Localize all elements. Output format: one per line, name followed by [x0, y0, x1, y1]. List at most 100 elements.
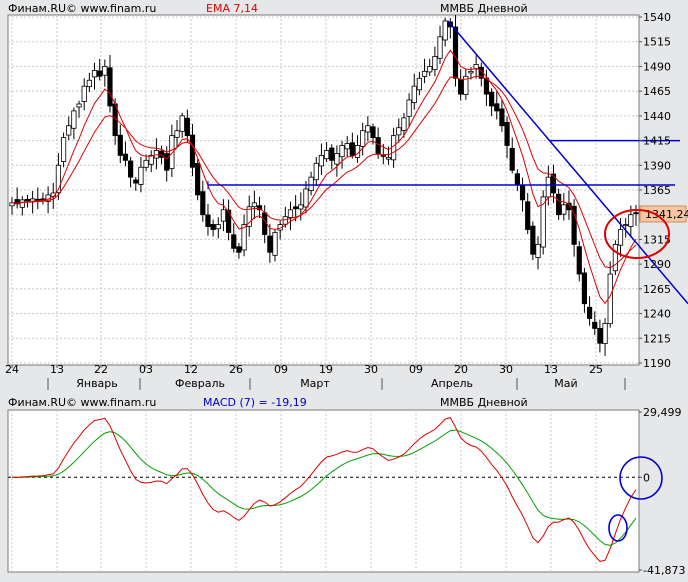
candle-body [385, 156, 392, 160]
price-y-tick-label: 1490 [643, 60, 671, 73]
x-day-label: 22 [94, 363, 108, 376]
candle-body [581, 272, 588, 305]
candle-body [179, 115, 185, 132]
x-day-label: 19 [319, 363, 333, 376]
x-day-label: 30 [364, 363, 378, 376]
candle-body [318, 154, 325, 167]
price-y-tick-label: 1365 [643, 184, 671, 197]
candle-body [411, 85, 417, 103]
candle-body [344, 143, 350, 150]
x-day-label: 13 [544, 363, 558, 376]
price-y-tick-label: 1540 [643, 11, 671, 24]
candle-body [267, 235, 273, 253]
price-y-tick-label: 1415 [643, 135, 671, 148]
candle-body [468, 70, 474, 74]
x-day-label: 25 [589, 363, 603, 376]
candle-body [102, 66, 108, 76]
candle-body [370, 126, 376, 139]
x-day-label: 30 [499, 363, 513, 376]
candle-body [323, 150, 330, 160]
candle-body [143, 159, 149, 168]
x-day-label: 13 [50, 363, 64, 376]
candle-body [586, 306, 593, 319]
macd-y-tick-label: 0 [643, 471, 650, 484]
candle-body [504, 121, 510, 146]
x-month-label: Февраль [175, 377, 225, 390]
candle-body [519, 184, 526, 201]
candle-body [60, 137, 67, 162]
x-day-label: 09 [274, 363, 288, 376]
candle-body [97, 70, 103, 77]
x-month-label: Апрель [431, 377, 473, 390]
candle-body [576, 246, 582, 275]
candle-body [215, 224, 221, 230]
candle-body [251, 202, 257, 208]
price-y-tick-label: 1390 [643, 159, 671, 172]
candle-body [128, 160, 134, 178]
x-month-label: Январь [76, 377, 118, 390]
candle-body [298, 204, 304, 210]
candle-body [210, 224, 216, 230]
x-axis-ticks: 24 13 22 03 12 26 09 19 30 09 20 30 13 25 Январь Феврал… [5, 363, 626, 390]
candle-body [380, 154, 386, 157]
candle-body [282, 216, 288, 225]
x-month-label: Март [300, 377, 330, 390]
candle-body [329, 147, 335, 161]
candle-body [71, 110, 77, 129]
candle-body [360, 130, 366, 147]
price-y-tick-label: 1515 [643, 36, 671, 49]
candle-body [494, 103, 500, 112]
price-y-tick-label: 1240 [643, 308, 671, 321]
candle-body [545, 176, 551, 198]
candle-body [365, 125, 371, 133]
candle-body [231, 234, 237, 249]
candle-body [308, 176, 314, 191]
x-day-label: 09 [409, 363, 423, 376]
candle-body [272, 232, 278, 256]
candle-body [617, 229, 624, 246]
candle-body [535, 243, 541, 258]
candle-body [107, 67, 113, 107]
candle-body [525, 201, 531, 230]
x-day-label: 03 [139, 363, 153, 376]
x-day-label: 26 [229, 363, 243, 376]
x-month-label: Май [554, 377, 577, 390]
candle-body [195, 163, 201, 196]
price-y-tick-label: 1440 [643, 110, 671, 123]
candle-body [148, 154, 154, 165]
candle-body [416, 77, 423, 91]
candle-body [427, 66, 433, 73]
candle-body [138, 166, 144, 185]
candle-body [530, 225, 536, 255]
candle-body [623, 224, 629, 227]
price-y-tick-label: 1290 [643, 258, 671, 271]
candle-body [287, 209, 294, 218]
candle-body [164, 153, 170, 171]
price-y-tick-label: 1190 [643, 357, 671, 370]
candle-body [458, 79, 464, 95]
candle-body [452, 26, 459, 79]
candle-body [339, 145, 345, 158]
x-day-label: 24 [5, 363, 19, 376]
x-day-label: 20 [454, 363, 468, 376]
candle-body [205, 214, 211, 227]
candle-body [489, 91, 495, 107]
candle-body [432, 56, 438, 71]
macd-y-ticks: 29,499 0 -41,873 [639, 406, 685, 577]
candle-body [349, 142, 355, 156]
candle-body [86, 79, 92, 88]
candlestick-chart: 1540151514901465144014151390136513401315… [5, 11, 688, 577]
candle-body [396, 127, 402, 136]
candle-body [303, 188, 309, 208]
candle-body [514, 173, 520, 186]
candle-body [293, 206, 299, 210]
candle-body [133, 179, 139, 184]
candle-body [406, 99, 412, 117]
candle-body [91, 69, 98, 78]
x-day-label: 12 [184, 363, 198, 376]
candle-body [401, 117, 407, 131]
macd-y-tick-label: 29,499 [643, 406, 682, 419]
candle-body [602, 323, 608, 344]
candle-body [592, 321, 598, 329]
candle-body [561, 204, 567, 215]
